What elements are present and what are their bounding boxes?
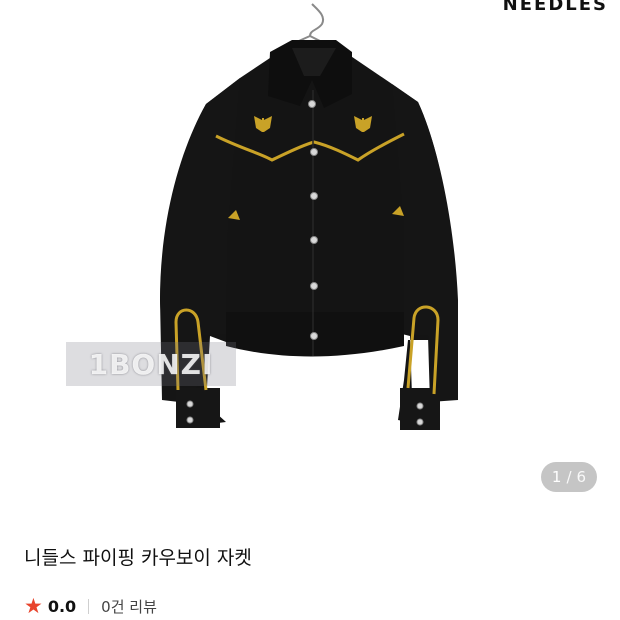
rating-row[interactable]: ★ 0.0 0건 리뷰 <box>24 594 157 618</box>
watermark-logo: 1BONZI <box>66 342 236 386</box>
star-icon: ★ <box>24 593 43 618</box>
product-image-gallery[interactable]: NEEDLES 1BONZI 1 / 6 <box>0 0 620 520</box>
image-page-indicator: 1 / 6 <box>541 462 597 492</box>
hanger-icon <box>291 3 331 47</box>
divider <box>88 598 90 614</box>
product-image <box>160 3 458 430</box>
review-count-link[interactable]: 0건 리뷰 <box>101 596 157 617</box>
left-cuff <box>176 388 220 428</box>
page-separator: / <box>566 468 572 486</box>
product-title: 니들스 파이핑 카우보이 자켓 <box>24 547 252 569</box>
page-current: 1 <box>551 468 562 486</box>
rating-value: 0.0 <box>47 596 77 616</box>
page-total: 6 <box>576 468 587 486</box>
